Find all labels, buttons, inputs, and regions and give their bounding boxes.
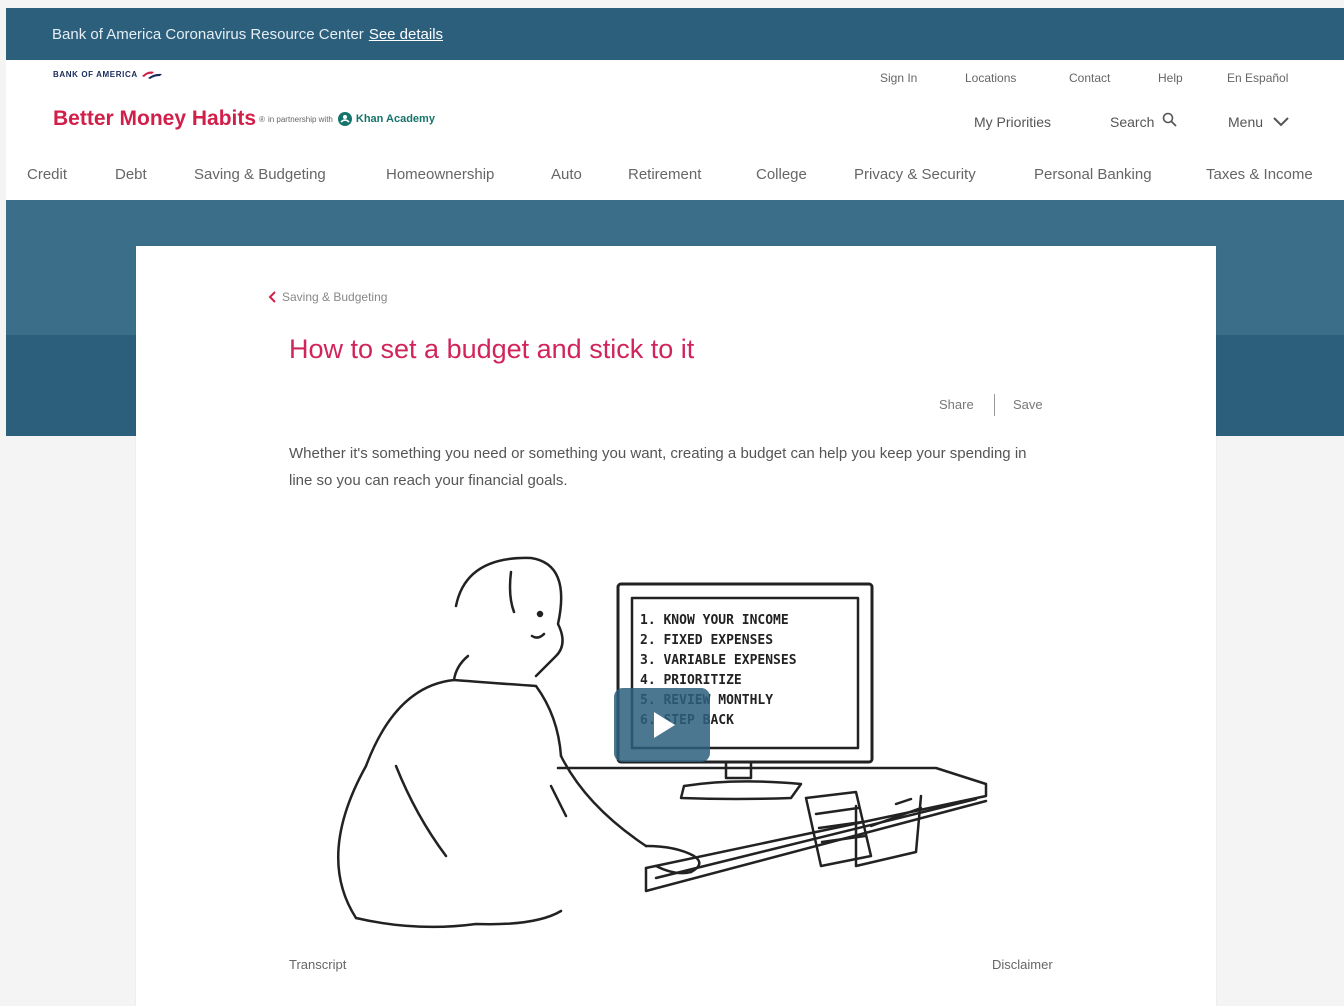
nav-credit[interactable]: Credit <box>27 166 67 183</box>
chevron-left-icon <box>268 291 276 303</box>
play-icon <box>654 712 675 738</box>
my-priorities-link[interactable]: My Priorities <box>974 114 1051 130</box>
nav-personal-banking[interactable]: Personal Banking <box>1034 166 1152 183</box>
search-icon <box>1163 112 1177 127</box>
help-link[interactable]: Help <box>1158 71 1183 85</box>
en-espanol-link[interactable]: En Español <box>1227 71 1288 85</box>
play-button[interactable] <box>614 688 710 762</box>
share-button[interactable]: Share <box>939 397 974 412</box>
nav-retirement[interactable]: Retirement <box>628 166 701 183</box>
screen-line-2: 2. FIXED EXPENSES <box>640 633 773 648</box>
nav-saving-budgeting[interactable]: Saving & Budgeting <box>194 166 326 183</box>
breadcrumb[interactable]: Saving & Budgeting <box>268 290 387 304</box>
boa-flag-icon <box>141 71 162 79</box>
site-header: BANK OF AMERICA Sign In Locations Contac… <box>6 60 1344 200</box>
boa-logo-text: BANK OF AMERICA <box>53 69 138 79</box>
coronavirus-banner: Bank of America Coronavirus Resource Cen… <box>6 8 1344 60</box>
article-card: Saving & Budgeting How to set a budget a… <box>136 246 1216 1006</box>
brand-name: Better Money Habits <box>53 107 257 130</box>
search-button[interactable]: Search <box>1110 112 1178 130</box>
divider <box>994 394 995 416</box>
nav-homeownership[interactable]: Homeownership <box>386 166 494 183</box>
nav-debt[interactable]: Debt <box>115 166 147 183</box>
locations-link[interactable]: Locations <box>965 71 1016 85</box>
disclaimer-link[interactable]: Disclaimer <box>992 957 1053 972</box>
see-details-link[interactable]: See details <box>369 26 443 43</box>
menu-label: Menu <box>1228 114 1264 130</box>
screen-line-4: 4. PRIORITIZE <box>640 673 742 688</box>
search-label: Search <box>1110 114 1155 130</box>
menu-button[interactable]: Menu <box>1228 114 1289 130</box>
khan-academy-name: Khan Academy <box>355 113 435 125</box>
nav-college[interactable]: College <box>756 166 807 183</box>
article-intro: Whether it's something you need or somet… <box>289 445 1027 489</box>
save-button[interactable]: Save <box>1013 397 1043 412</box>
banner-text: Bank of America Coronavirus Resource Cen… <box>52 25 364 43</box>
khan-academy-icon <box>337 112 352 126</box>
screen-line-1: 1. KNOW YOUR INCOME <box>640 613 789 628</box>
nav-auto[interactable]: Auto <box>551 166 582 183</box>
nav-privacy-security[interactable]: Privacy & Security <box>854 166 976 183</box>
breadcrumb-label: Saving & Budgeting <box>282 290 388 304</box>
page-title: How to set a budget and stick to it <box>289 334 695 364</box>
bank-of-america-logo[interactable]: BANK OF AMERICA <box>53 69 163 79</box>
chevron-down-icon <box>1273 117 1289 127</box>
screen-line-3: 3. VARIABLE EXPENSES <box>640 653 797 668</box>
better-money-habits-logo[interactable]: Better Money Habits ® in partnership wit… <box>53 107 435 131</box>
contact-link[interactable]: Contact <box>1069 71 1110 85</box>
transcript-link[interactable]: Transcript <box>289 957 346 972</box>
brand-mark: ® <box>259 114 265 124</box>
partnership-text: in partnership with <box>267 114 333 124</box>
sign-in-link[interactable]: Sign In <box>880 71 917 85</box>
nav-taxes-income[interactable]: Taxes & Income <box>1206 166 1313 183</box>
